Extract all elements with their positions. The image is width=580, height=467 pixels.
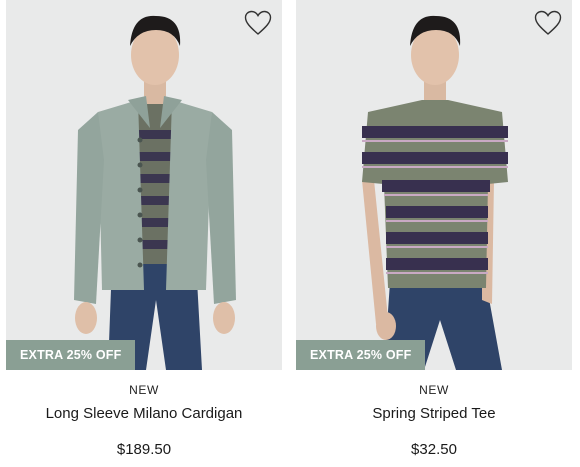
promo-badge: EXTRA 25% OFF [296, 340, 426, 370]
product-name[interactable]: Long Sleeve Milano Cardigan [6, 404, 282, 424]
new-tag: NEW [419, 383, 449, 397]
product-image[interactable]: EXTRA 25% OFF [6, 0, 282, 370]
product-image[interactable]: EXTRA 25% OFF [296, 0, 572, 370]
wishlist-heart-icon[interactable] [534, 10, 562, 36]
wishlist-heart-icon[interactable] [244, 10, 272, 36]
product-price: $32.50 [411, 441, 457, 458]
new-tag: NEW [129, 383, 159, 397]
product-card[interactable]: EXTRA 25% OFF NEW Long Sleeve Milano Car… [6, 0, 282, 467]
cardigan-model-photo [6, 0, 282, 370]
promo-badge: EXTRA 25% OFF [6, 340, 136, 370]
product-name[interactable]: Spring Striped Tee [296, 404, 572, 424]
product-price: $189.50 [116, 441, 172, 458]
product-info: NEW Long Sleeve Milano Cardigan $189.50 [6, 382, 282, 460]
striped-tee-model-photo [296, 0, 572, 370]
product-card[interactable]: EXTRA 25% OFF NEW Spring Striped Tee $32… [296, 0, 572, 467]
product-grid: EXTRA 25% OFF NEW Long Sleeve Milano Car… [0, 0, 580, 467]
product-info: NEW Spring Striped Tee $32.50 [296, 382, 572, 460]
